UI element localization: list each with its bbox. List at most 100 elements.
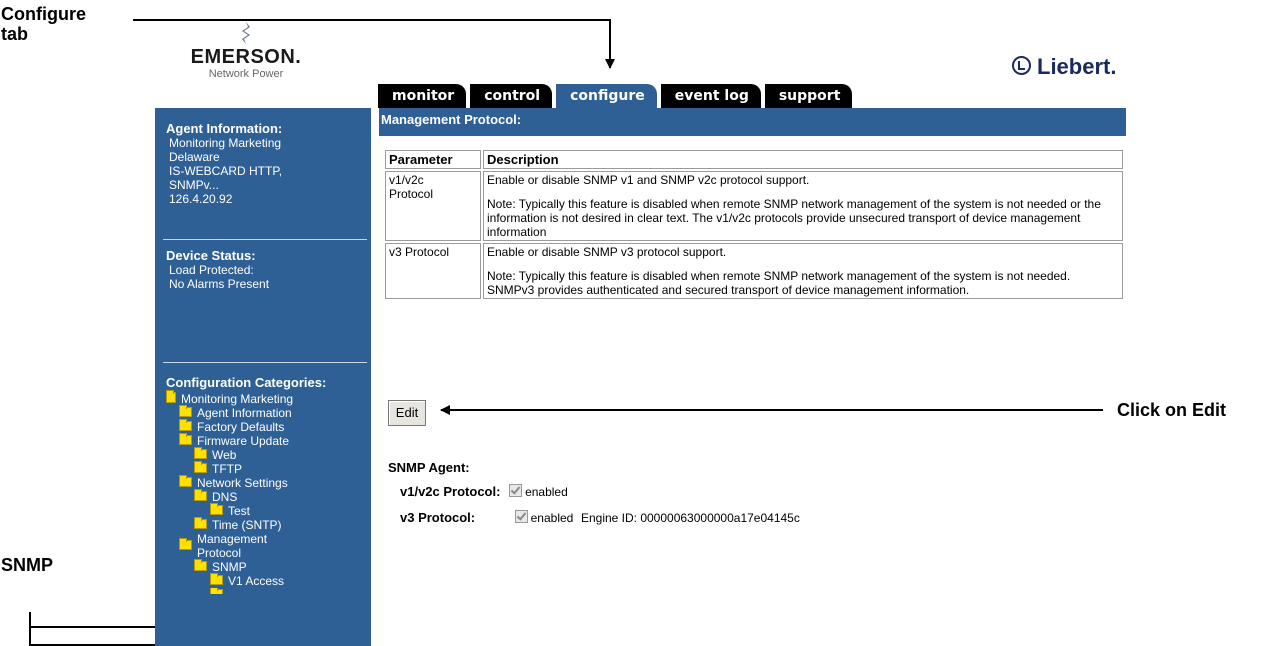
- tree-item-v1-access[interactable]: V1 Access: [166, 573, 293, 588]
- edit-button[interactable]: Edit: [388, 400, 426, 426]
- param-cell: v3 Protocol: [385, 243, 481, 299]
- emerson-logo: EMERSON. Network Power: [176, 22, 316, 80]
- agent-info-title: Agent Information:: [166, 121, 283, 136]
- folder-icon: [194, 447, 207, 459]
- engine-id: Engine ID: 00000063000000a17e04145c: [580, 511, 800, 525]
- tree-item-label: TFTP: [212, 462, 242, 476]
- tree-item-monitoring-marketing[interactable]: Monitoring Marketing: [166, 390, 293, 406]
- tree-item-network-settings[interactable]: Network Settings: [166, 475, 293, 490]
- v3-enabled-checkbox[interactable]: [514, 510, 528, 523]
- device-status-line: Load Protected:: [169, 263, 254, 277]
- param-name: v1/v2c: [389, 173, 424, 187]
- tree-item-test[interactable]: Test: [166, 503, 293, 518]
- tab-monitor[interactable]: monitor: [378, 84, 467, 108]
- description-note: Note: Typically this feature is disabled…: [487, 197, 1101, 239]
- agent-info-line: Monitoring Marketing: [169, 136, 282, 150]
- tree-item-label: Factory Defaults: [197, 420, 285, 434]
- tab-control[interactable]: control: [470, 84, 553, 108]
- tab-event-log[interactable]: event log: [660, 84, 761, 108]
- v1v2c-protocol-row: v1/v2c Protocol: enabled: [400, 484, 568, 499]
- tree-item-label: Management: [197, 532, 268, 546]
- folder-icon: [179, 433, 192, 445]
- folder-icon: [179, 475, 192, 487]
- liebert-name: Liebert.: [1037, 54, 1117, 79]
- description-cell: Enable or disable SNMP v3 protocol suppo…: [483, 243, 1123, 299]
- folder-icon: [179, 538, 192, 550]
- param-name: Protocol: [389, 187, 434, 201]
- config-tree: Monitoring Marketing Agent Information F…: [166, 390, 293, 594]
- description-text: Enable or disable SNMP v1 and SNMP v2c p…: [487, 173, 810, 187]
- tree-item-factory-defaults[interactable]: Factory Defaults: [166, 419, 293, 434]
- folder-icon: [210, 588, 223, 594]
- folder-icon: [179, 405, 192, 417]
- table-row: v3 Protocol Enable or disable SNMP v3 pr…: [385, 243, 1123, 299]
- tab-support[interactable]: support: [764, 84, 853, 108]
- tree-item-tftp[interactable]: TFTP: [166, 461, 293, 476]
- click-edit-callout: Click on Edit: [1117, 400, 1227, 420]
- table-row: v1/v2c Protocol Enable or disable SNMP v…: [385, 171, 1123, 241]
- v1v2c-enabled-label: enabled: [525, 485, 568, 499]
- tab-configure[interactable]: configure: [556, 84, 657, 108]
- folder-icon: [194, 559, 207, 571]
- emerson-subtitle: Network Power: [208, 68, 284, 80]
- device-status-line: No Alarms Present: [169, 277, 270, 291]
- tree-item-web[interactable]: Web: [166, 447, 293, 462]
- tab-bar: monitor control configure event log supp…: [378, 84, 856, 108]
- v3-protocol-row: v3 Protocol: enabled Engine ID: 00000063…: [400, 510, 800, 525]
- root-icon: [166, 390, 176, 403]
- folder-icon: [179, 419, 192, 431]
- tree-item-label: DNS: [212, 490, 238, 504]
- tree-item-dns[interactable]: DNS: [166, 489, 293, 504]
- tree-item-snmp[interactable]: SNMP: [166, 559, 293, 574]
- folder-icon: [210, 573, 223, 585]
- config-categories-title: Configuration Categories:: [166, 375, 327, 390]
- param-name: v3 Protocol: [389, 245, 450, 259]
- callout-line-1: Configure: [1, 4, 86, 24]
- tree-item-agent-information[interactable]: Agent Information: [166, 405, 293, 420]
- tree-item-label: Test: [228, 504, 251, 518]
- device-status-title: Device Status:: [166, 248, 256, 263]
- tree-item-partial: [166, 588, 293, 594]
- main-panel: Management Protocol: Parameter Descripti…: [379, 108, 1126, 299]
- callout-line-2: tab: [1, 24, 28, 44]
- folder-icon: [194, 489, 207, 501]
- liebert-logo: Liebert.: [1012, 54, 1116, 80]
- tree-item-label: V1 Access: [228, 574, 285, 588]
- v1v2c-enabled-checkbox[interactable]: [509, 484, 523, 497]
- table-header-row: Parameter Description: [385, 150, 1123, 169]
- tree-item-label-continuation: Protocol: [197, 546, 242, 560]
- tree-item-label: Web: [212, 448, 237, 462]
- param-cell: v1/v2c Protocol: [385, 171, 481, 241]
- v1v2c-protocol-label: v1/v2c Protocol:: [400, 484, 501, 499]
- description-note: Note: Typically this feature is disabled…: [487, 269, 1071, 297]
- tree-item-time-sntp[interactable]: Time (SNTP): [166, 517, 293, 532]
- tree-item-label: Network Settings: [197, 476, 288, 490]
- parameter-table: Parameter Description v1/v2c Protocol En…: [383, 148, 1125, 301]
- sidebar-divider: [163, 362, 367, 363]
- description-cell: Enable or disable SNMP v1 and SNMP v2c p…: [483, 171, 1123, 241]
- column-header: Parameter: [385, 150, 481, 169]
- configure-tab-callout: Configure tab: [1, 4, 86, 44]
- page-title: Management Protocol:: [379, 108, 1126, 136]
- tree-item-management-protocol[interactable]: Management Protocol: [166, 532, 293, 560]
- folder-icon: [194, 461, 207, 473]
- tree-item-label: SNMP: [212, 560, 247, 574]
- column-header: Description: [483, 150, 1123, 169]
- v3-protocol-label: v3 Protocol:: [400, 510, 476, 525]
- v3-enabled-label: enabled: [530, 511, 574, 525]
- tree-item-firmware-update[interactable]: Firmware Update: [166, 433, 293, 448]
- agent-info-line: 126.4.20.92: [169, 192, 233, 206]
- liebert-symbol-icon: [1012, 56, 1031, 75]
- agent-info-line: IS-WEBCARD HTTP,: [169, 164, 283, 178]
- folder-icon: [194, 517, 207, 529]
- description-text: Enable or disable SNMP v3 protocol suppo…: [487, 245, 727, 259]
- folder-icon: [210, 503, 223, 515]
- tree-item-label: Agent Information: [197, 406, 292, 420]
- agent-info-line: Delaware: [169, 150, 220, 164]
- agent-info-line: SNMPv...: [169, 178, 219, 192]
- emerson-symbol-icon: [242, 22, 250, 44]
- emerson-name: EMERSON.: [190, 46, 302, 68]
- snmp-callout: SNMP: [1, 555, 54, 575]
- tree-item-label: Firmware Update: [197, 434, 290, 448]
- snmp-agent-title: SNMP Agent:: [388, 460, 470, 475]
